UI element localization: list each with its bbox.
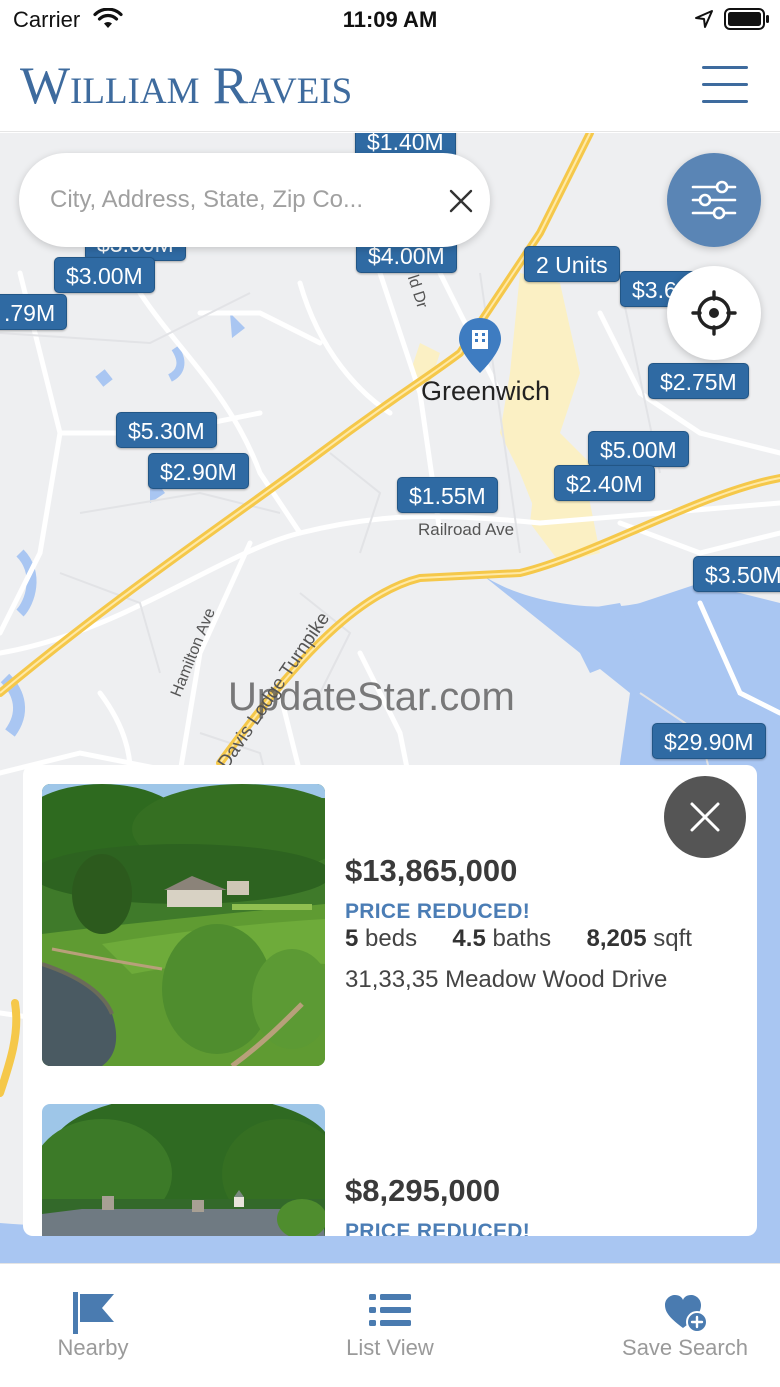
search-bar [19, 153, 490, 247]
tab-save-search[interactable]: Save Search [600, 1264, 770, 1387]
listing-price: $8,295,000 [345, 1173, 501, 1208]
tab-label: Nearby [57, 1335, 129, 1360]
status-bar: Carrier 11:09 AM [0, 0, 780, 42]
battery-icon [724, 8, 769, 30]
sqft-value: 8,205 [586, 925, 647, 952]
price-pin[interactable]: .79M [0, 294, 68, 330]
status-time: 11:09 AM [342, 7, 438, 32]
menu-button[interactable] [700, 64, 748, 104]
listing-panel[interactable]: $13,865,000 PRICE REDUCED! 5 beds 4.5 ba… [23, 765, 757, 1236]
baths-unit: baths [492, 925, 552, 952]
flag-icon [73, 1292, 114, 1334]
property-image [42, 784, 325, 1066]
listing-card[interactable]: $8,295,000 PRICE REDUCED! [23, 1085, 757, 1236]
watermark: UpdateStar.com [228, 675, 515, 719]
price-pin[interactable]: $5.00M [588, 431, 689, 467]
listing-status: PRICE REDUCED! [345, 1220, 531, 1236]
property-image [42, 1104, 325, 1236]
listing-specs: 5 beds 4.5 baths 8,205 sqft [345, 925, 692, 953]
listing-status: PRICE REDUCED! [345, 900, 531, 923]
filter-button[interactable] [667, 153, 761, 247]
close-card-button[interactable] [664, 776, 746, 858]
price-pin[interactable]: $5.30M [116, 412, 217, 448]
price-pin[interactable]: $2.90M [148, 453, 249, 489]
location-arrow-icon [695, 10, 713, 28]
app-header: William Raveis [0, 42, 780, 132]
tab-nearby[interactable]: Nearby [20, 1264, 166, 1387]
price-pin[interactable]: $29.90M [652, 723, 766, 759]
price-pin[interactable]: $2.75M [648, 363, 749, 399]
listing-price: $13,865,000 [345, 853, 518, 888]
tab-label: List View [346, 1335, 434, 1360]
sliders-icon [691, 180, 737, 220]
price-pin[interactable]: $3.50M [693, 556, 780, 592]
hamburger-icon [702, 66, 748, 69]
sqft-unit: sqft [653, 925, 692, 952]
locate-me-button[interactable] [667, 266, 761, 360]
crosshair-icon [691, 290, 737, 336]
listing-photo[interactable] [42, 784, 325, 1066]
beds-value: 5 [345, 925, 359, 952]
tab-bar: Nearby List View Save Search [0, 1263, 780, 1387]
close-icon [690, 802, 720, 832]
beds-unit: beds [365, 925, 418, 952]
price-pin[interactable]: $3.00M [54, 257, 155, 293]
brand-name: William Raveis [20, 57, 353, 115]
listing-address: 31,33,35 Meadow Wood Drive [345, 966, 668, 993]
price-pin[interactable]: $2.40M [554, 465, 655, 501]
heart-plus-icon [665, 1295, 708, 1333]
tab-list-view[interactable]: List View [317, 1264, 463, 1387]
landmark-marker-icon [459, 318, 501, 373]
search-input[interactable] [50, 181, 410, 219]
baths-value: 4.5 [452, 925, 486, 952]
listing-card[interactable]: $13,865,000 PRICE REDUCED! 5 beds 4.5 ba… [23, 765, 757, 1066]
listing-photo[interactable] [42, 1104, 325, 1236]
price-pin[interactable]: $1.55M [397, 477, 498, 513]
clear-search-icon[interactable] [445, 185, 477, 217]
brand-logo[interactable]: William Raveis [20, 56, 352, 116]
tab-label: Save Search [622, 1335, 748, 1360]
place-label: Greenwich [421, 376, 551, 406]
street-label: Railroad Ave [418, 520, 515, 539]
list-icon [369, 1294, 411, 1326]
price-pin[interactable]: 2 Units [524, 246, 620, 282]
